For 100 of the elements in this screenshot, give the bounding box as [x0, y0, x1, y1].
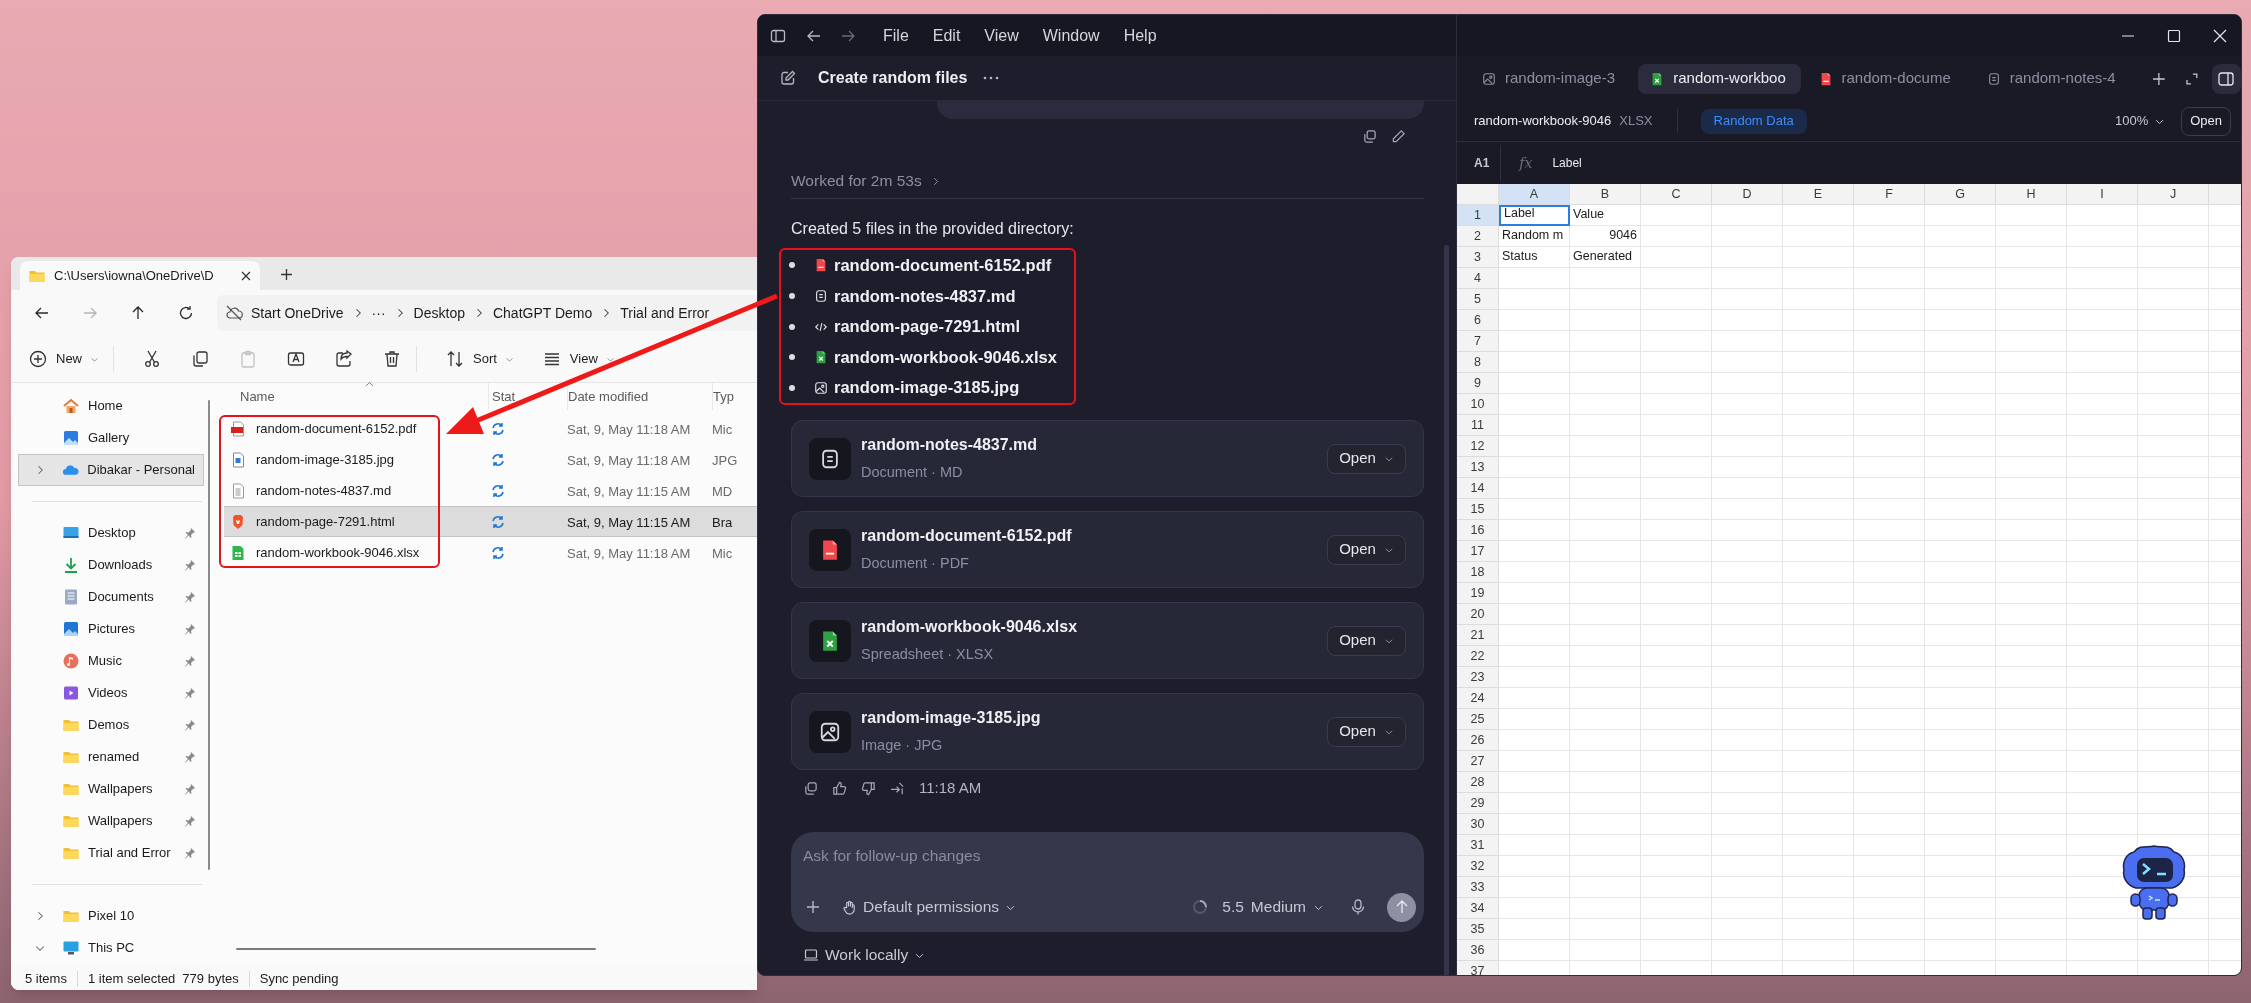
table-cell[interactable] — [1641, 415, 1712, 436]
row-header[interactable]: 31 — [1457, 835, 1499, 856]
table-cell[interactable] — [1712, 352, 1783, 373]
row-header[interactable]: 36 — [1457, 940, 1499, 961]
table-cell[interactable] — [2067, 310, 2138, 331]
table-cell[interactable] — [1854, 793, 1925, 814]
table-cell[interactable] — [1570, 667, 1641, 688]
table-cell[interactable] — [1996, 352, 2067, 373]
table-cell[interactable] — [1641, 562, 1712, 583]
table-cell[interactable] — [1783, 583, 1854, 604]
table-cell[interactable] — [1570, 520, 1641, 541]
table-cell[interactable] — [1499, 772, 1570, 793]
row-header[interactable]: 9 — [1457, 373, 1499, 394]
table-cell[interactable] — [1641, 268, 1712, 289]
table-cell[interactable] — [1499, 625, 1570, 646]
table-cell[interactable] — [1499, 352, 1570, 373]
compose-icon[interactable] — [780, 70, 796, 86]
table-cell[interactable] — [1996, 751, 2067, 772]
table-cell[interactable] — [1854, 688, 1925, 709]
open-button[interactable]: Open — [1327, 716, 1406, 747]
table-cell[interactable] — [1499, 898, 1570, 919]
table-cell[interactable] — [1925, 814, 1996, 835]
table-cell[interactable] — [1499, 373, 1570, 394]
table-cell[interactable] — [1783, 814, 1854, 835]
row-header[interactable]: 19 — [1457, 583, 1499, 604]
table-cell[interactable] — [2067, 394, 2138, 415]
open-button[interactable]: Open — [2181, 106, 2231, 136]
table-cell[interactable] — [1925, 562, 1996, 583]
table-cell[interactable] — [2067, 520, 2138, 541]
table-cell[interactable] — [1996, 541, 2067, 562]
table-cell[interactable] — [2138, 793, 2209, 814]
table-cell[interactable] — [1854, 331, 1925, 352]
file-tab[interactable]: random-workboo — [1638, 63, 1801, 94]
table-cell[interactable] — [1783, 835, 1854, 856]
table-cell[interactable] — [1712, 709, 1783, 730]
table-cell[interactable] — [1783, 646, 1854, 667]
table-cell[interactable] — [1925, 877, 1996, 898]
table-cell[interactable] — [1570, 940, 1641, 961]
table-cell[interactable] — [1570, 436, 1641, 457]
row-header[interactable]: 22 — [1457, 646, 1499, 667]
table-cell[interactable] — [1641, 751, 1712, 772]
table-cell[interactable] — [1996, 625, 2067, 646]
row-header[interactable]: 35 — [1457, 919, 1499, 940]
table-cell[interactable] — [1712, 205, 1783, 226]
table-cell[interactable] — [1641, 877, 1712, 898]
table-cell[interactable] — [2138, 646, 2209, 667]
table-cell[interactable] — [1854, 394, 1925, 415]
table-cell[interactable] — [1854, 646, 1925, 667]
file-link[interactable]: random-page-7291.html — [834, 314, 1021, 339]
table-cell[interactable] — [1570, 709, 1641, 730]
table-cell[interactable] — [1570, 562, 1641, 583]
table-cell[interactable] — [1712, 394, 1783, 415]
table-cell[interactable] — [1783, 226, 1854, 247]
table-cell[interactable] — [1996, 226, 2067, 247]
table-cell[interactable] — [1641, 499, 1712, 520]
table-cell[interactable] — [1783, 877, 1854, 898]
row-header[interactable]: 5 — [1457, 289, 1499, 310]
table-cell[interactable] — [2138, 247, 2209, 268]
table-cell[interactable] — [2067, 289, 2138, 310]
table-cell[interactable] — [1925, 373, 1996, 394]
table-cell[interactable] — [1854, 940, 1925, 961]
row-header[interactable]: 3 — [1457, 247, 1499, 268]
table-cell[interactable] — [1570, 310, 1641, 331]
table-cell[interactable] — [1712, 835, 1783, 856]
table-cell[interactable] — [1641, 205, 1712, 226]
table-cell[interactable] — [1854, 541, 1925, 562]
table-cell[interactable] — [1499, 499, 1570, 520]
table-cell[interactable] — [2138, 562, 2209, 583]
column-header[interactable]: H — [1996, 184, 2067, 205]
table-cell[interactable] — [1925, 247, 1996, 268]
table-cell[interactable] — [1925, 688, 1996, 709]
table-cell[interactable] — [1996, 835, 2067, 856]
table-cell[interactable] — [1996, 814, 2067, 835]
table-cell[interactable] — [1996, 919, 2067, 940]
table-cell[interactable] — [1570, 772, 1641, 793]
table-cell[interactable] — [1925, 520, 1996, 541]
table-cell[interactable] — [1996, 583, 2067, 604]
column-header[interactable]: Date modified — [568, 386, 649, 407]
copy-icon[interactable] — [1362, 128, 1377, 144]
row-header[interactable]: 4 — [1457, 268, 1499, 289]
sidebar-item[interactable]: Pictures — [18, 613, 204, 645]
column-header[interactable]: E — [1783, 184, 1854, 205]
table-cell[interactable] — [1641, 730, 1712, 751]
maximize-icon[interactable] — [2167, 28, 2181, 43]
row-header[interactable]: 37 — [1457, 961, 1499, 975]
row-header[interactable]: 8 — [1457, 352, 1499, 373]
table-cell[interactable] — [1925, 394, 1996, 415]
file-link[interactable]: random-notes-4837.md — [834, 283, 1016, 309]
table-cell[interactable] — [1996, 940, 2067, 961]
table-cell[interactable] — [1712, 478, 1783, 499]
table-cell[interactable] — [1570, 457, 1641, 478]
table-cell[interactable] — [1570, 289, 1641, 310]
table-cell[interactable] — [1499, 562, 1570, 583]
table-cell[interactable] — [2138, 730, 2209, 751]
table-cell[interactable] — [1783, 394, 1854, 415]
column-header[interactable]: F — [1854, 184, 1925, 205]
table-cell[interactable] — [2067, 625, 2138, 646]
table-cell[interactable] — [1499, 877, 1570, 898]
table-cell[interactable] — [2138, 268, 2209, 289]
table-cell[interactable] — [1783, 268, 1854, 289]
